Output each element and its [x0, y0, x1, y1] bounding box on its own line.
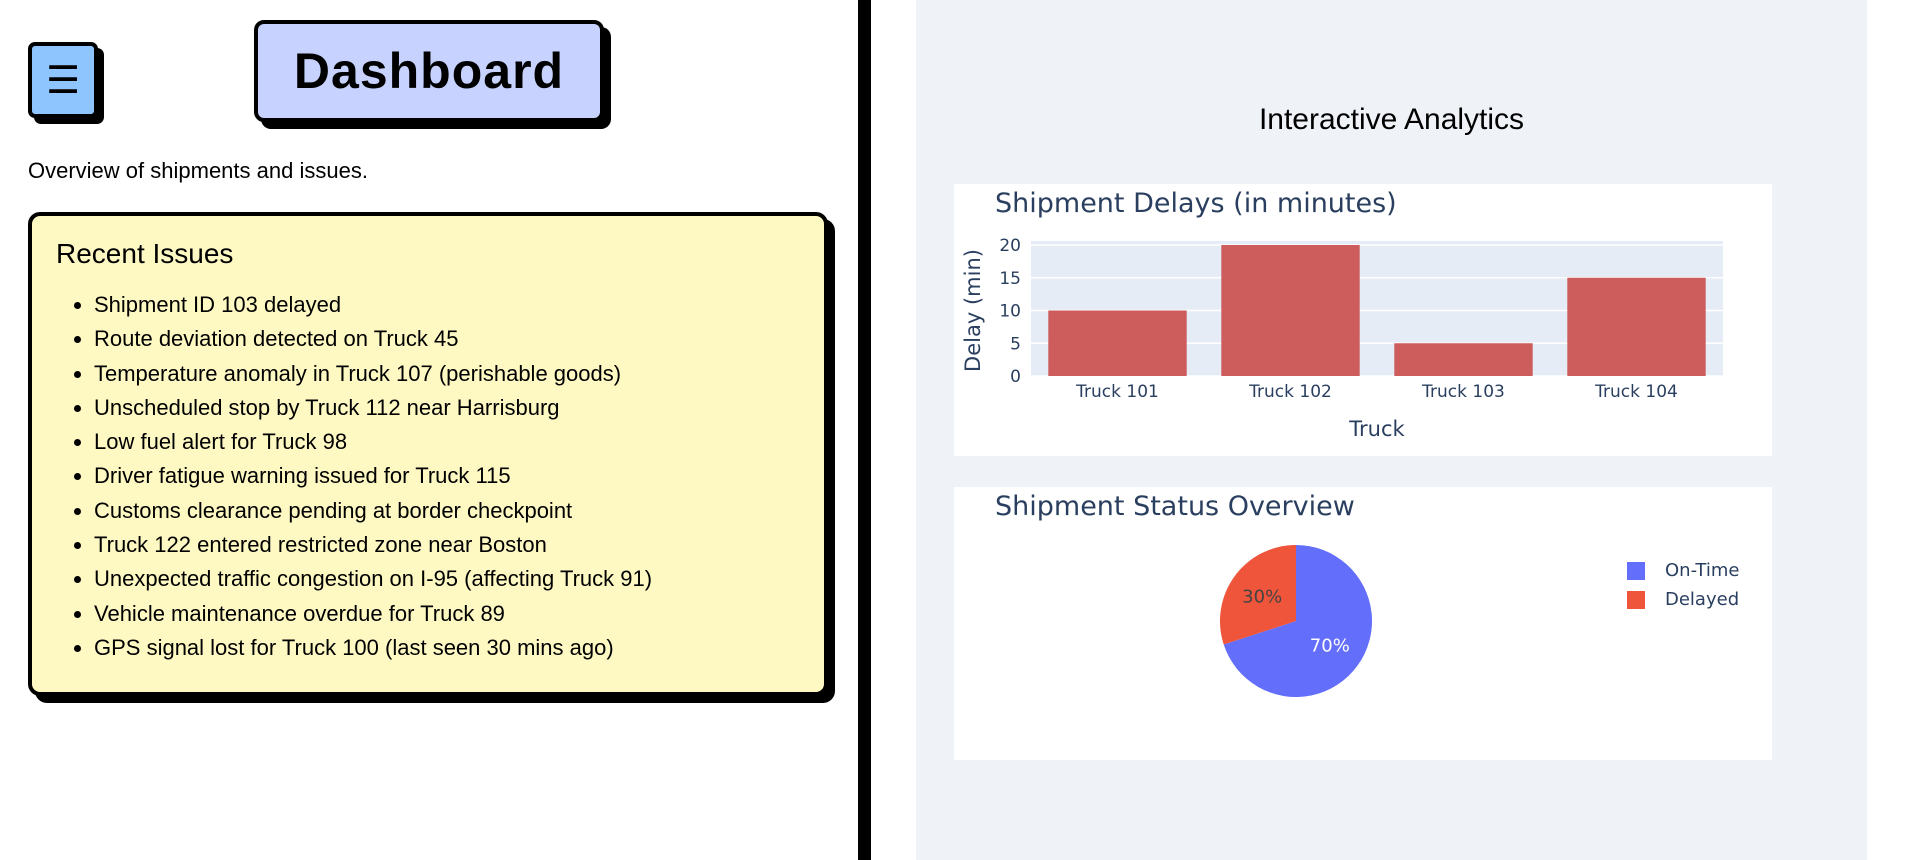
- y-tick-label: 15: [999, 269, 1021, 289]
- pie-value-label: 70%: [1310, 636, 1350, 657]
- issue-item: Driver fatigue warning issued for Truck …: [94, 459, 800, 493]
- bar-truck-104: [1567, 277, 1706, 376]
- y-tick-label: 10: [999, 302, 1021, 322]
- recent-issues-card: Recent Issues Shipment ID 103 delayed Ro…: [28, 212, 828, 696]
- pie-legend: On-Time Delayed: [1627, 560, 1739, 618]
- delay-chart-card: Shipment Delays (in minutes) 0 5 10 15 20 Tru…: [954, 184, 1772, 456]
- bar-truck-102: [1221, 245, 1360, 376]
- x-tick-label: Truck 102: [1248, 382, 1332, 402]
- x-axis-label: Truck: [1348, 417, 1405, 441]
- title-banner: Dashboard: [254, 20, 604, 122]
- y-tick-label: 0: [1010, 367, 1021, 387]
- y-tick-label: 20: [999, 236, 1021, 256]
- analytics-pane: Interactive Analytics Shipment Delays (i…: [916, 0, 1867, 860]
- issue-item: Shipment ID 103 delayed: [94, 288, 800, 322]
- issue-item: Route deviation detected on Truck 45: [94, 322, 800, 356]
- bar-chart[interactable]: 0 5 10 15 20 Truck 101 Truck 102 Truck 103 Truck…: [954, 184, 1772, 456]
- pie-chart[interactable]: 70% 30%: [954, 487, 1772, 760]
- page-subtitle: Overview of shipments and issues.: [28, 158, 368, 183]
- legend-swatch-delayed: [1627, 590, 1645, 609]
- issue-item: Truck 122 entered restricted zone near B…: [94, 528, 800, 562]
- analytics-title: Interactive Analytics: [1258, 103, 1525, 136]
- legend-label: On-Time: [1665, 560, 1740, 581]
- x-tick-label: Truck 101: [1075, 382, 1159, 402]
- legend-item-delayed[interactable]: Delayed: [1627, 589, 1739, 610]
- y-tick-label: 5: [1010, 334, 1021, 354]
- y-axis-label: Delay (min): [961, 249, 985, 372]
- status-chart-card: Shipment Status Overview 70% 30% On-Time …: [954, 487, 1772, 760]
- bar-truck-101: [1048, 310, 1187, 376]
- legend-label: Delayed: [1665, 589, 1740, 610]
- issue-item: Unscheduled stop by Truck 112 near Harri…: [94, 391, 800, 425]
- issues-list: Shipment ID 103 delayed Route deviation …: [56, 288, 800, 665]
- issue-item: Unexpected traffic congestion on I-95 (a…: [94, 562, 800, 596]
- legend-swatch-on-time: [1627, 561, 1645, 580]
- issue-item: Temperature anomaly in Truck 107 (perish…: [94, 357, 800, 391]
- x-tick-label: Truck 104: [1594, 382, 1678, 402]
- page-title: Dashboard: [293, 43, 565, 99]
- x-tick-label: Truck 103: [1421, 382, 1505, 402]
- legend-item-on-time[interactable]: On-Time: [1627, 560, 1739, 581]
- issue-item: Vehicle maintenance overdue for Truck 89: [94, 597, 800, 631]
- pie-value-label: 30%: [1242, 586, 1282, 607]
- issue-item: GPS signal lost for Truck 100 (last seen…: [94, 631, 800, 665]
- bar-truck-103: [1394, 343, 1533, 376]
- left-pane: ☰ Dashboard Overview of shipments and is…: [0, 0, 858, 860]
- issue-item: Low fuel alert for Truck 98: [94, 425, 800, 459]
- recent-issues-heading: Recent Issues: [56, 238, 234, 269]
- hamburger-menu-icon[interactable]: ☰: [28, 42, 98, 118]
- pane-divider[interactable]: [858, 0, 871, 860]
- issue-item: Customs clearance pending at border chec…: [94, 494, 800, 528]
- right-margin: [1867, 0, 1915, 860]
